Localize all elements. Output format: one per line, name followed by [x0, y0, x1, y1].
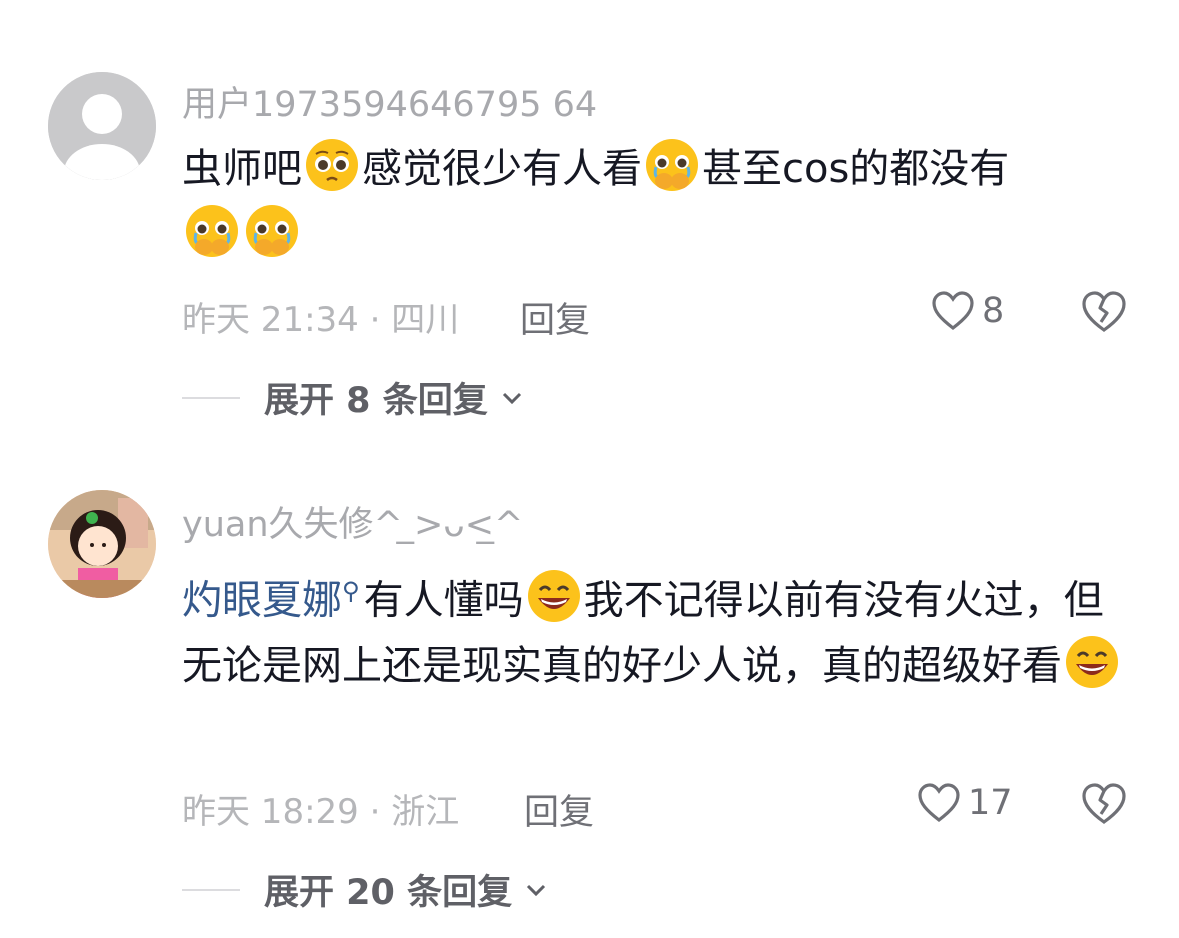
- expand-replies-button[interactable]: 展开 8 条回复: [182, 372, 524, 423]
- comment-text: 灼眼夏娜⚲ 有人懂吗 我不记得以前有没有火过，但无论是网上还是现实真的好少人说，真…: [182, 558, 1122, 699]
- reply-button[interactable]: 回复: [520, 292, 590, 343]
- crying-hands-emoji-icon: [646, 139, 698, 191]
- comment-text: 虫师吧 感觉很少有人看 甚至cos的都没有: [182, 136, 1122, 268]
- like-button[interactable]: 17: [916, 782, 1013, 824]
- cartoon-girl-avatar-icon: [48, 490, 156, 598]
- reply-button[interactable]: 回复: [524, 784, 594, 835]
- avatar[interactable]: [48, 490, 156, 598]
- comment-text-part: 虫师吧: [182, 146, 302, 192]
- comment-item: 用户1973594646795 64 虫师吧 感觉很少有人看 甚至cos的都没有: [0, 0, 1179, 440]
- mention-link[interactable]: 灼眼夏娜: [182, 577, 342, 623]
- expand-replies-label: 展开 8 条回复: [264, 381, 488, 421]
- expand-replies-label: 展开 20 条回复: [264, 873, 513, 913]
- broken-heart-icon: [1082, 783, 1126, 824]
- crying-hands-emoji-icon: [246, 205, 298, 257]
- dislike-button[interactable]: [1080, 290, 1128, 338]
- grinning-face-emoji-icon: [1066, 636, 1118, 689]
- divider-line: [182, 888, 240, 891]
- default-user-icon: [48, 72, 156, 180]
- like-count: 17: [968, 783, 1013, 823]
- pleading-face-emoji-icon: [306, 139, 358, 191]
- comment-item: yuan久失修^ ̲>ᴗ<̲^ 灼眼夏娜⚲ 有人懂吗 我不记得以前有没有火过，但无…: [0, 440, 1179, 938]
- comment-text-part: 感觉很少有人看: [362, 146, 642, 192]
- comment-meta: 昨天 18:29 · 浙江: [182, 792, 460, 832]
- heart-outline-icon: [918, 783, 960, 823]
- broken-heart-icon: [1082, 291, 1126, 332]
- grinning-face-emoji-icon: [527, 570, 580, 623]
- avatar[interactable]: [48, 72, 156, 180]
- like-button[interactable]: 8: [930, 290, 1004, 332]
- like-count: 8: [982, 291, 1005, 331]
- expand-replies-button[interactable]: 展开 20 条回复: [182, 864, 548, 915]
- dislike-button[interactable]: [1080, 782, 1128, 830]
- comment-username[interactable]: 用户1973594646795 64: [182, 76, 597, 127]
- comment-username[interactable]: yuan久失修^ ̲>ᴗ<̲^: [182, 496, 523, 547]
- chevron-down-icon: [502, 392, 521, 404]
- divider-line: [182, 396, 240, 399]
- heart-outline-icon: [932, 291, 974, 331]
- comment-text-part: 有人懂吗: [363, 577, 524, 624]
- search-icon[interactable]: ⚲: [342, 577, 360, 605]
- comment-meta: 昨天 21:34 · 四川: [182, 300, 460, 340]
- chevron-down-icon: [527, 884, 546, 896]
- crying-hands-emoji-icon: [186, 205, 238, 257]
- comment-text-part: 甚至cos的都没有: [702, 146, 1010, 192]
